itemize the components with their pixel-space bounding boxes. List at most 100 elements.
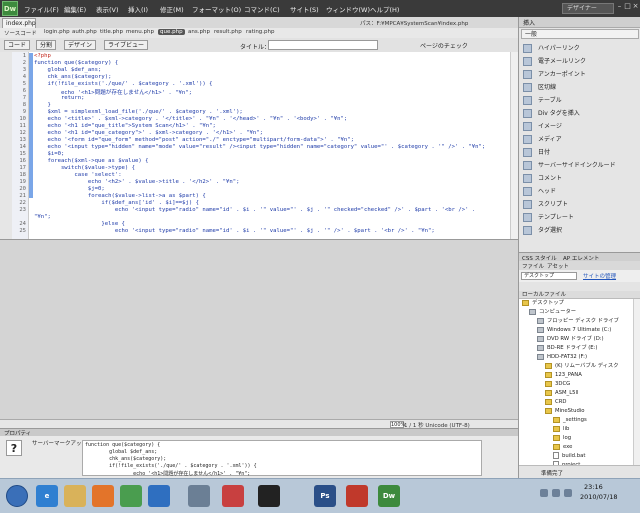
folder-icon [545,398,552,405]
title-input[interactable] [268,40,378,50]
insert-hyperlink[interactable]: ハイパーリンク [521,43,639,55]
close-icon[interactable]: × [632,3,639,10]
related-file-active[interactable]: que.php [158,29,185,35]
menu-insert[interactable]: 挿入(I) [128,4,148,14]
workspace-switcher[interactable]: デザイナー [562,3,614,14]
start-button[interactable] [6,485,28,507]
tree-item[interactable]: log [553,434,571,443]
tree-item[interactable]: ASM_L5ll [545,389,578,398]
live-view-button[interactable]: ライブビュー [104,40,149,50]
media-player-icon[interactable] [148,485,170,507]
menu-file[interactable]: ファイル(F) [24,4,59,14]
insert-table[interactable]: テーブル [521,95,639,107]
tree-item[interactable]: lib [553,425,569,434]
chrome-icon[interactable] [120,485,142,507]
dreamweaver-icon[interactable]: Dw [378,485,400,507]
folder-icon [553,443,560,450]
insert-anchor[interactable]: アンカーポイント [521,69,639,81]
tree-item[interactable]: (K) リムーバブル ディスク [545,362,619,371]
tree-item[interactable]: CRD [545,398,566,407]
insert-comment[interactable]: コメント [521,173,639,185]
red-app-icon[interactable] [346,485,368,507]
related-file[interactable]: title.php [100,29,123,35]
tree-item[interactable]: MineStudio [545,407,585,416]
clock-time[interactable]: 23:16 [584,483,603,491]
server-markup-field[interactable]: function que($category) { global $def_an… [82,440,482,477]
file-tree[interactable]: デスクトップ コンピューター フロッピー ディスク ドライブ Windows 7… [519,299,633,465]
menu-view[interactable]: 表示(V) [96,4,119,14]
tree-item[interactable]: Windows 7 Ultimate (C:) [537,326,611,335]
insert-script[interactable]: スクリプト [521,199,639,211]
menu-window[interactable]: ウィンドウ(W) [326,4,370,14]
tree-item[interactable]: フロッピー ディスク ドライブ [537,317,619,326]
insert-category-select[interactable]: 一般 [521,29,639,39]
explorer-icon[interactable] [64,485,86,507]
insert-item-label: 日付 [538,149,551,156]
insert-media[interactable]: メディア [521,134,639,146]
image-icon [523,122,532,131]
tree-item[interactable]: exe [553,443,572,452]
insert-image[interactable]: イメージ [521,121,639,133]
insert-head[interactable]: ヘッド [521,186,639,198]
tray-icon[interactable] [540,489,548,497]
paint-icon[interactable] [222,485,244,507]
mail-icon[interactable] [188,485,210,507]
site-select[interactable]: デスクトップ [521,272,577,280]
code-editor[interactable]: 1 2 3 4 5 6 7 8 9 10 11 12 13 14 15 16 1… [0,52,518,240]
insert-date[interactable]: 日付 [521,147,639,159]
insert-panel-tab[interactable]: 挿入 [519,17,640,28]
menu-format[interactable]: フォーマット(O) [192,4,241,14]
tree-item-label: ASM_L5ll [555,390,579,396]
ready-status: 準備完了 [541,471,564,477]
insert-div[interactable]: Div タグを挿入 [521,108,639,120]
tree-scrollbar[interactable] [633,299,640,465]
tray-icon[interactable] [552,489,560,497]
insert-ssi[interactable]: サーバーサイドインクルード [521,160,639,172]
vertical-scrollbar[interactable] [510,52,518,239]
related-file[interactable]: result.php [214,29,242,35]
zoom-select[interactable]: 100% [390,421,405,428]
manage-sites-link[interactable]: サイトの管理 [583,272,616,280]
menu-site[interactable]: サイト(S) [290,4,319,14]
line-number: 4 [22,74,26,80]
tree-item[interactable]: コンピューター [529,308,576,317]
tray-icon[interactable] [564,489,572,497]
black-app-icon[interactable] [258,485,280,507]
related-file[interactable]: ans.php [188,29,210,35]
related-file[interactable]: rating.php [246,29,275,35]
tree-item[interactable]: 123_PANA [545,371,582,380]
code-view-button[interactable]: コード [4,40,31,50]
tree-item[interactable]: DVD RW ドライブ (D:) [537,335,604,344]
insert-hr[interactable]: 区切線 [521,82,639,94]
code-line: if($def_ans['id' . $i]==$j) { [34,200,200,206]
minimize-icon[interactable]: – [616,3,623,10]
insert-template[interactable]: テンプレート [521,212,639,224]
clock-date[interactable]: 2010/07/18 [580,493,617,501]
ie-icon[interactable]: e [36,485,58,507]
tree-item[interactable]: デスクトップ [522,299,564,308]
related-file[interactable]: auth.php [72,29,97,35]
tree-item[interactable]: 3DCG [545,380,570,389]
tree-item[interactable]: BD-RE ドライブ (E:) [537,344,597,353]
tree-item[interactable]: _settings [553,416,587,425]
tab-files[interactable]: ファイル [522,262,544,270]
menu-commands[interactable]: コマンド(C) [244,4,280,14]
tab-assets[interactable]: アセット [547,262,569,270]
insert-email-link[interactable]: 電子メールリンク [521,56,639,68]
photoshop-icon[interactable]: Ps [314,485,336,507]
design-view-button[interactable]: デザイン [64,40,97,50]
split-view-button[interactable]: 分割 [36,40,57,50]
tree-item[interactable]: build.bat [553,452,585,461]
maximize-icon[interactable]: □ [624,3,631,10]
menu-help[interactable]: ヘルプ(H) [370,4,399,14]
document-tab[interactable]: index.php [2,18,36,28]
firefox-icon[interactable] [92,485,114,507]
related-file[interactable]: ソースコード [4,29,37,37]
related-file[interactable]: menu.php [126,29,154,35]
page-check-button[interactable]: ページのチェック [420,41,468,50]
menu-modify[interactable]: 修正(M) [160,4,184,14]
insert-tag-chooser[interactable]: タグ選択 [521,225,639,237]
related-file[interactable]: login.php [44,29,70,35]
tree-item[interactable]: HDD-FAT32 (F:) [537,353,587,362]
menu-edit[interactable]: 編集(E) [64,4,86,14]
